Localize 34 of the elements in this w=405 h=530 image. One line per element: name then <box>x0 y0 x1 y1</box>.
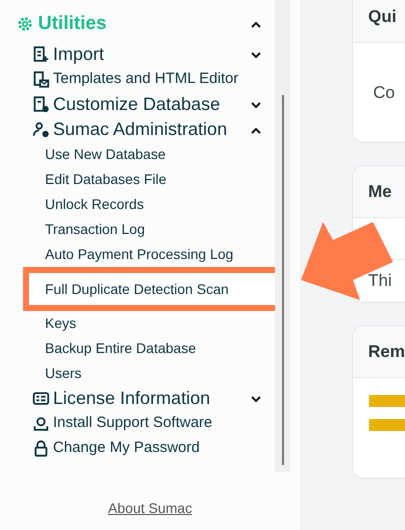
menu-item[interactable]: Import <box>53 41 104 68</box>
chevron-down-icon[interactable] <box>250 100 262 108</box>
submenu-item[interactable]: Full Duplicate Detection Scan <box>45 278 229 300</box>
gear-icon <box>16 15 34 33</box>
submenu-item[interactable]: Backup Entire Database <box>45 338 196 359</box>
submenu-item[interactable]: Auto Payment Processing Log <box>45 244 234 265</box>
card-title: Qui <box>368 6 396 28</box>
card-text: Co <box>373 82 395 104</box>
document-mail-icon <box>32 70 50 89</box>
submenu-item[interactable]: Unlock Records <box>45 194 144 215</box>
id-card-icon <box>32 389 50 408</box>
menu-item[interactable]: Templates and HTML Editor <box>53 68 238 91</box>
submenu-item[interactable]: Keys <box>45 313 76 334</box>
card-title: Rem <box>368 340 405 363</box>
chevron-up-icon[interactable] <box>250 20 262 28</box>
chevron-down-icon[interactable] <box>250 50 262 58</box>
menu-item[interactable]: License Information <box>53 385 210 412</box>
chevron-up-icon[interactable] <box>250 126 262 134</box>
menu-item[interactable]: Change My Password <box>53 437 200 460</box>
status-bar <box>369 419 405 431</box>
submenu-item[interactable]: Users <box>45 363 82 384</box>
menu-item[interactable]: Customize Database <box>53 91 220 118</box>
status-bar <box>369 395 405 407</box>
submenu-item[interactable]: Transaction Log <box>45 219 145 240</box>
lock-icon <box>32 439 50 458</box>
menu-item[interactable]: Install Support Software <box>53 412 212 435</box>
card-text: Thi <box>368 270 392 292</box>
card-title: Me <box>368 180 392 203</box>
chevron-down-icon[interactable] <box>250 394 262 402</box>
about-link[interactable]: About Sumac <box>108 498 192 519</box>
menu-item[interactable]: Sumac Administration <box>53 116 228 143</box>
import-icon <box>32 45 50 64</box>
submenu-item[interactable]: Edit Databases File <box>45 169 166 190</box>
submenu-item[interactable]: Use New Database <box>45 144 166 165</box>
